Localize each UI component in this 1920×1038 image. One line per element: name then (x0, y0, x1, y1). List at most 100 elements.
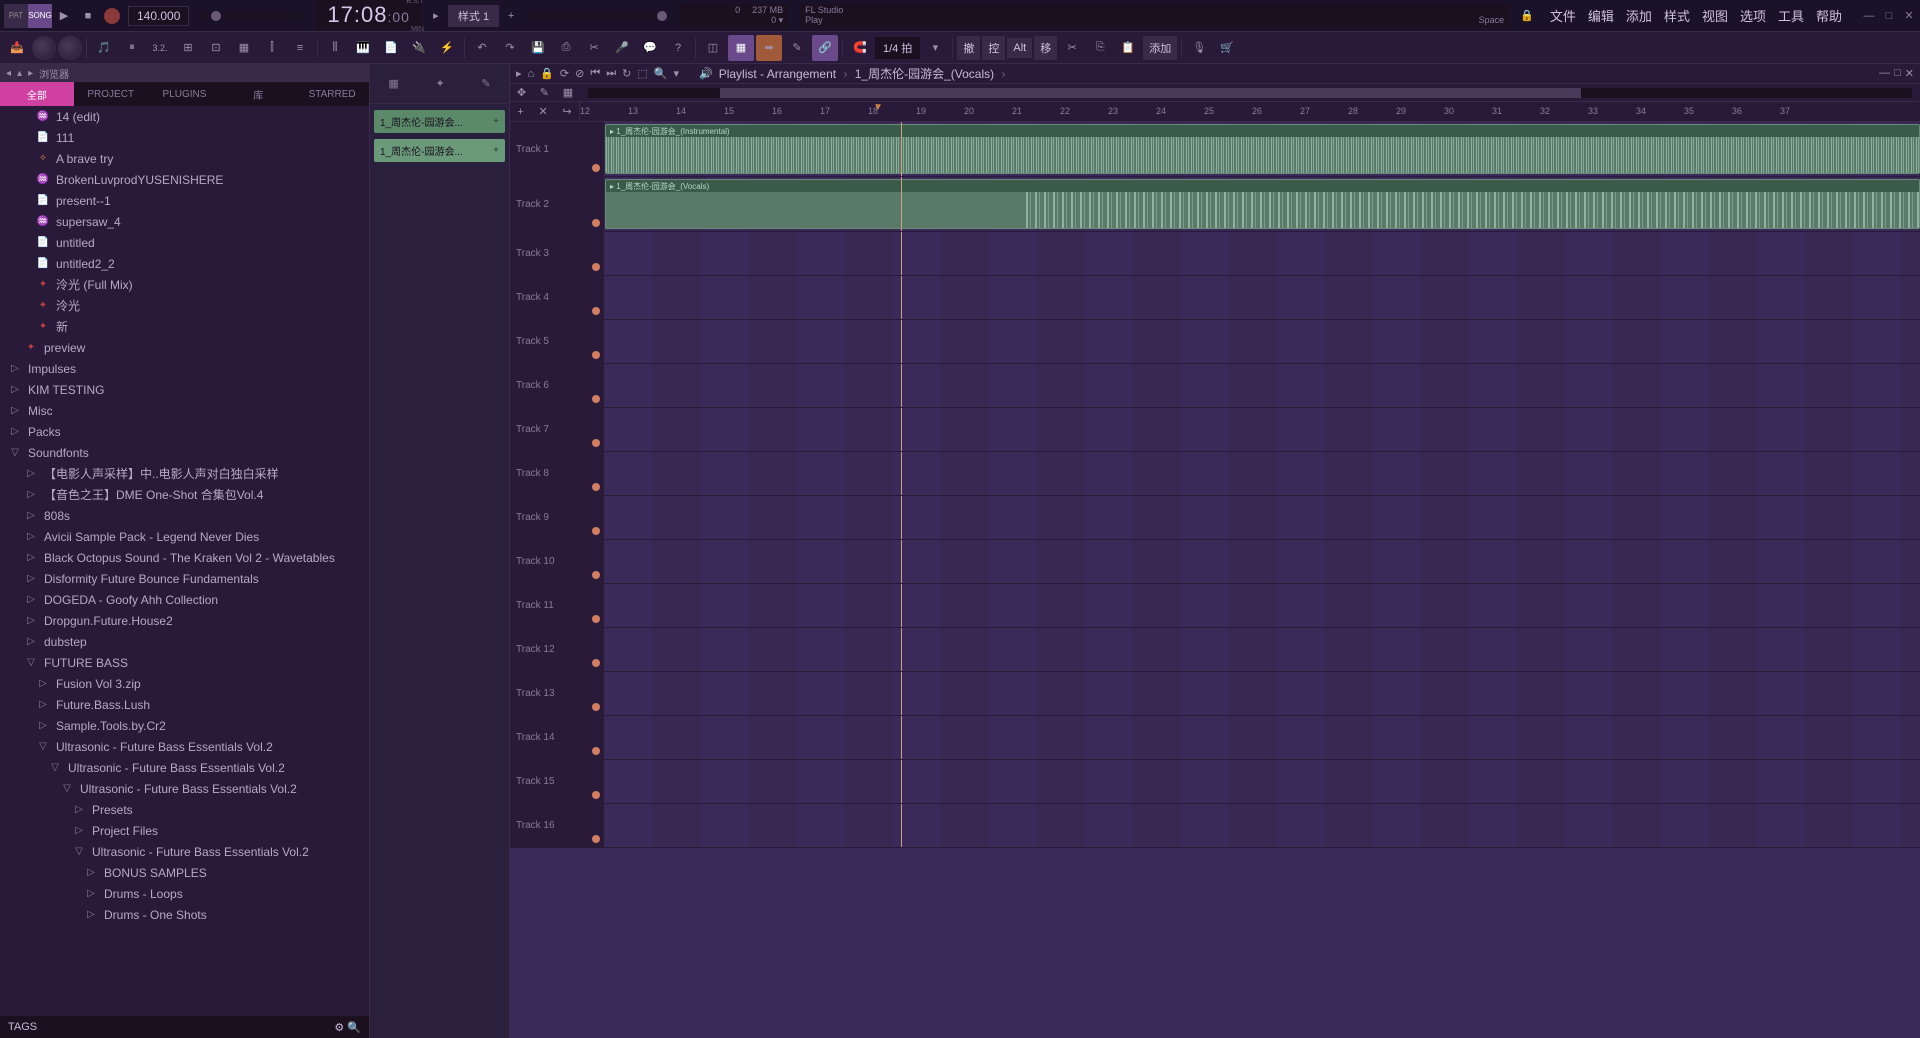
btn-paste[interactable]: 📋 (1115, 35, 1141, 61)
track-row[interactable]: Track 13 (510, 672, 1920, 716)
btn-mic2[interactable]: 🎙 (1186, 35, 1212, 61)
minimize-button[interactable]: — (1862, 9, 1876, 23)
tempo-slider[interactable] (201, 14, 301, 18)
tree-item[interactable]: ▷Misc (0, 400, 369, 421)
tool-piano[interactable]: 🎹 (350, 35, 376, 61)
track-header[interactable]: Track 1 (510, 122, 605, 176)
tree-item[interactable]: ▷Project Files (0, 820, 369, 841)
tree-item[interactable]: ▷Sample.Tools.by.Cr2 (0, 715, 369, 736)
track-mute-button[interactable] (592, 835, 600, 843)
track-row[interactable]: Track 14 (510, 716, 1920, 760)
browser-fwd[interactable]: ▸ (28, 68, 33, 79)
tree-item[interactable]: ▷BONUS SAMPLES (0, 862, 369, 883)
track-mute-button[interactable] (592, 263, 600, 271)
pl-close-icon[interactable]: ✕ (1905, 67, 1914, 80)
track-content[interactable] (605, 320, 1920, 363)
menu-file[interactable]: 文件 (1546, 2, 1580, 29)
track-mute-button[interactable] (592, 615, 600, 623)
maximize-button[interactable]: □ (1882, 9, 1896, 23)
tool-mic[interactable]: 🎤 (609, 35, 635, 61)
playhead[interactable] (901, 628, 902, 671)
track-header[interactable]: Track 16 (510, 804, 605, 847)
tree-item[interactable]: ▽Soundfonts (0, 442, 369, 463)
track-content[interactable] (605, 408, 1920, 451)
tree-item[interactable]: ▷Black Octopus Sound - The Kraken Vol 2 … (0, 547, 369, 568)
tool-view1[interactable]: ◫ (700, 35, 726, 61)
tool-step3[interactable]: ≡ (287, 35, 313, 61)
tree-item[interactable]: ▷Future.Bass.Lush (0, 694, 369, 715)
tree-item[interactable]: ▷Drums - Loops (0, 883, 369, 904)
playhead[interactable] (901, 804, 902, 847)
tree-item[interactable]: ▽Ultrasonic - Future Bass Essentials Vol… (0, 841, 369, 862)
track-mute-button[interactable] (592, 703, 600, 711)
search-icon[interactable]: 🔍 (347, 1022, 361, 1034)
track-header[interactable]: Track 14 (510, 716, 605, 759)
tool-mixer[interactable]: ⫼ (322, 35, 348, 61)
tool-loop-rec[interactable]: ⊡ (203, 35, 229, 61)
playhead[interactable] (901, 276, 902, 319)
menu-view[interactable]: 视图 (1698, 2, 1732, 29)
track-content[interactable] (605, 716, 1920, 759)
playhead[interactable] (901, 122, 902, 176)
tool-comment[interactable]: 💬 (637, 35, 663, 61)
tab-starred[interactable]: STARRED (295, 82, 369, 106)
mode-grid-icon[interactable]: ▦ (563, 86, 573, 99)
pl-min-icon[interactable]: — (1879, 67, 1890, 80)
pat-mode[interactable]: PAT (4, 4, 28, 28)
menu-edit[interactable]: 编辑 (1584, 2, 1618, 29)
track-mute-button[interactable] (592, 351, 600, 359)
playhead[interactable] (901, 496, 902, 539)
tree-item[interactable]: ▷Packs (0, 421, 369, 442)
playhead[interactable] (901, 408, 902, 451)
btn-alt[interactable]: Alt (1007, 38, 1032, 58)
track-header[interactable]: Track 2 (510, 177, 605, 231)
main-pitch-knob[interactable] (58, 36, 82, 60)
track-mute-button[interactable] (592, 219, 600, 227)
track-header[interactable]: Track 13 (510, 672, 605, 715)
pl-down-icon[interactable]: ▾ (673, 67, 679, 80)
btn-redo[interactable]: 控 (982, 36, 1005, 60)
tree-item[interactable]: ▷Impulses (0, 358, 369, 379)
pat-song-switch[interactable]: PAT SONG (4, 4, 52, 28)
pl-speaker-icon[interactable]: 🔊 (699, 67, 713, 80)
pattern-add[interactable]: + (503, 6, 519, 26)
playhead[interactable] (901, 364, 902, 407)
track-header[interactable]: Track 4 (510, 276, 605, 319)
track-header[interactable]: Track 10 (510, 540, 605, 583)
track-content[interactable] (605, 540, 1920, 583)
track-row[interactable]: Track 15 (510, 760, 1920, 804)
pl-max-icon[interactable]: □ (1894, 67, 1901, 80)
ruler-close-icon[interactable]: ✕ (538, 105, 547, 118)
clip-header[interactable]: ▸ 1_周杰伦-园游会_(Vocals) (606, 180, 1919, 192)
tree-item[interactable]: ▷【电影人声采样】中..电影人声对白独白采样 (0, 463, 369, 484)
browser-back[interactable]: ◂ (6, 68, 11, 79)
tool-channel[interactable]: ⚡ (434, 35, 460, 61)
playhead[interactable] (901, 716, 902, 759)
track-row[interactable]: Track 6 (510, 364, 1920, 408)
clip-header[interactable]: ▸ 1_周杰伦-园游会_(Instrumental) (606, 125, 1919, 137)
pl-loop-icon[interactable]: ↻ (622, 67, 631, 80)
track-row[interactable]: Track 16 (510, 804, 1920, 848)
track-row[interactable]: Track 4 (510, 276, 1920, 320)
pl-home-icon[interactable]: ⌂ (528, 68, 535, 80)
picker-brush-icon[interactable]: ✎ (481, 77, 490, 90)
btn-cut2[interactable]: ✂ (1059, 35, 1085, 61)
playlist-tracks[interactable]: Track 1 ▸ 1_周杰伦-园游会_(Instrumental) Track… (510, 122, 1920, 1038)
menu-help[interactable]: 帮助 (1812, 2, 1846, 29)
tool-render[interactable]: ⎙ (553, 35, 579, 61)
tree-item[interactable]: ♒BrokenLuvprodYUSENISHERE (0, 169, 369, 190)
snap-selector[interactable]: 1/4 拍 (875, 37, 920, 59)
pl-zoom-icon[interactable]: 🔍 (654, 67, 668, 80)
track-header[interactable]: Track 9 (510, 496, 605, 539)
track-content[interactable] (605, 232, 1920, 275)
track-row[interactable]: Track 1 ▸ 1_周杰伦-园游会_(Instrumental) (510, 122, 1920, 177)
tree-item[interactable]: ✧A brave try (0, 148, 369, 169)
track-row[interactable]: Track 10 (510, 540, 1920, 584)
tree-item[interactable]: ▷Fusion Vol 3.zip (0, 673, 369, 694)
track-content[interactable]: ▸ 1_周杰伦-园游会_(Instrumental) (605, 122, 1920, 176)
pl-prev-icon[interactable]: ⏮ (590, 67, 600, 80)
tree-item[interactable]: ▷Presets (0, 799, 369, 820)
tree-item[interactable]: ▷dubstep (0, 631, 369, 652)
tool-undo[interactable]: ↶ (469, 35, 495, 61)
tool-metronome[interactable]: 🎵 (91, 35, 117, 61)
